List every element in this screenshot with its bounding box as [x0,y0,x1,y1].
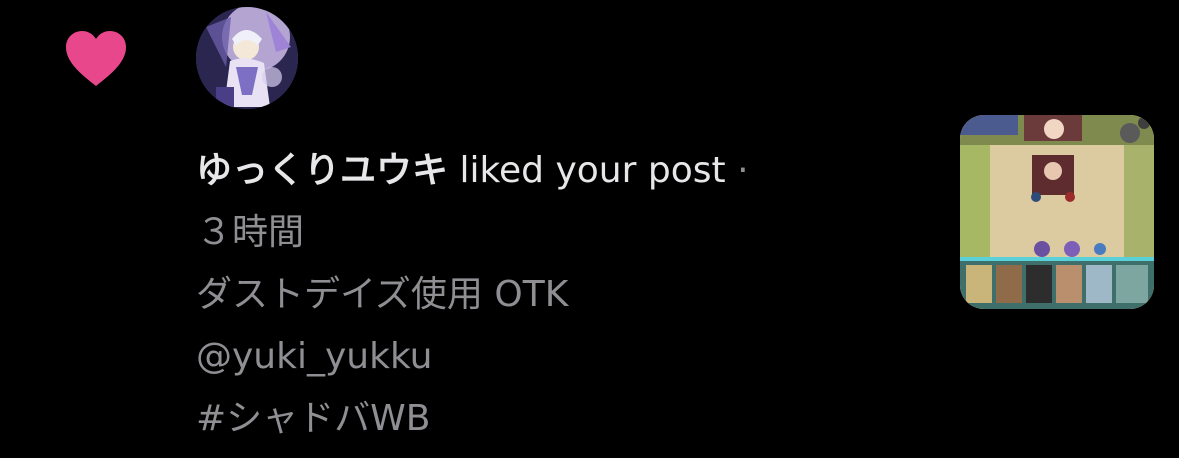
post-title: ダストデイズ使用 OTK [196,274,569,315]
post-mention[interactable]: @yuki_yukku [196,326,916,388]
timestamp: ３時間 [196,212,305,253]
heart-icon [66,31,126,86]
thumbnail-image [960,115,1154,309]
post-thumbnail[interactable] [960,115,1154,309]
separator-dot: · [737,150,749,191]
username[interactable]: ゆっくりユウキ [196,150,448,191]
post-hashtag[interactable]: #シャドバWB [196,388,916,450]
user-avatar[interactable] [196,7,298,109]
notification-headline: ゆっくりユウキ liked your post · [196,140,916,202]
notification-content[interactable]: ゆっくりユウキ liked your post · ３時間 ダストデイズ使用 O… [196,140,916,450]
avatar-image [196,7,298,109]
action-text: liked your post [459,150,726,191]
